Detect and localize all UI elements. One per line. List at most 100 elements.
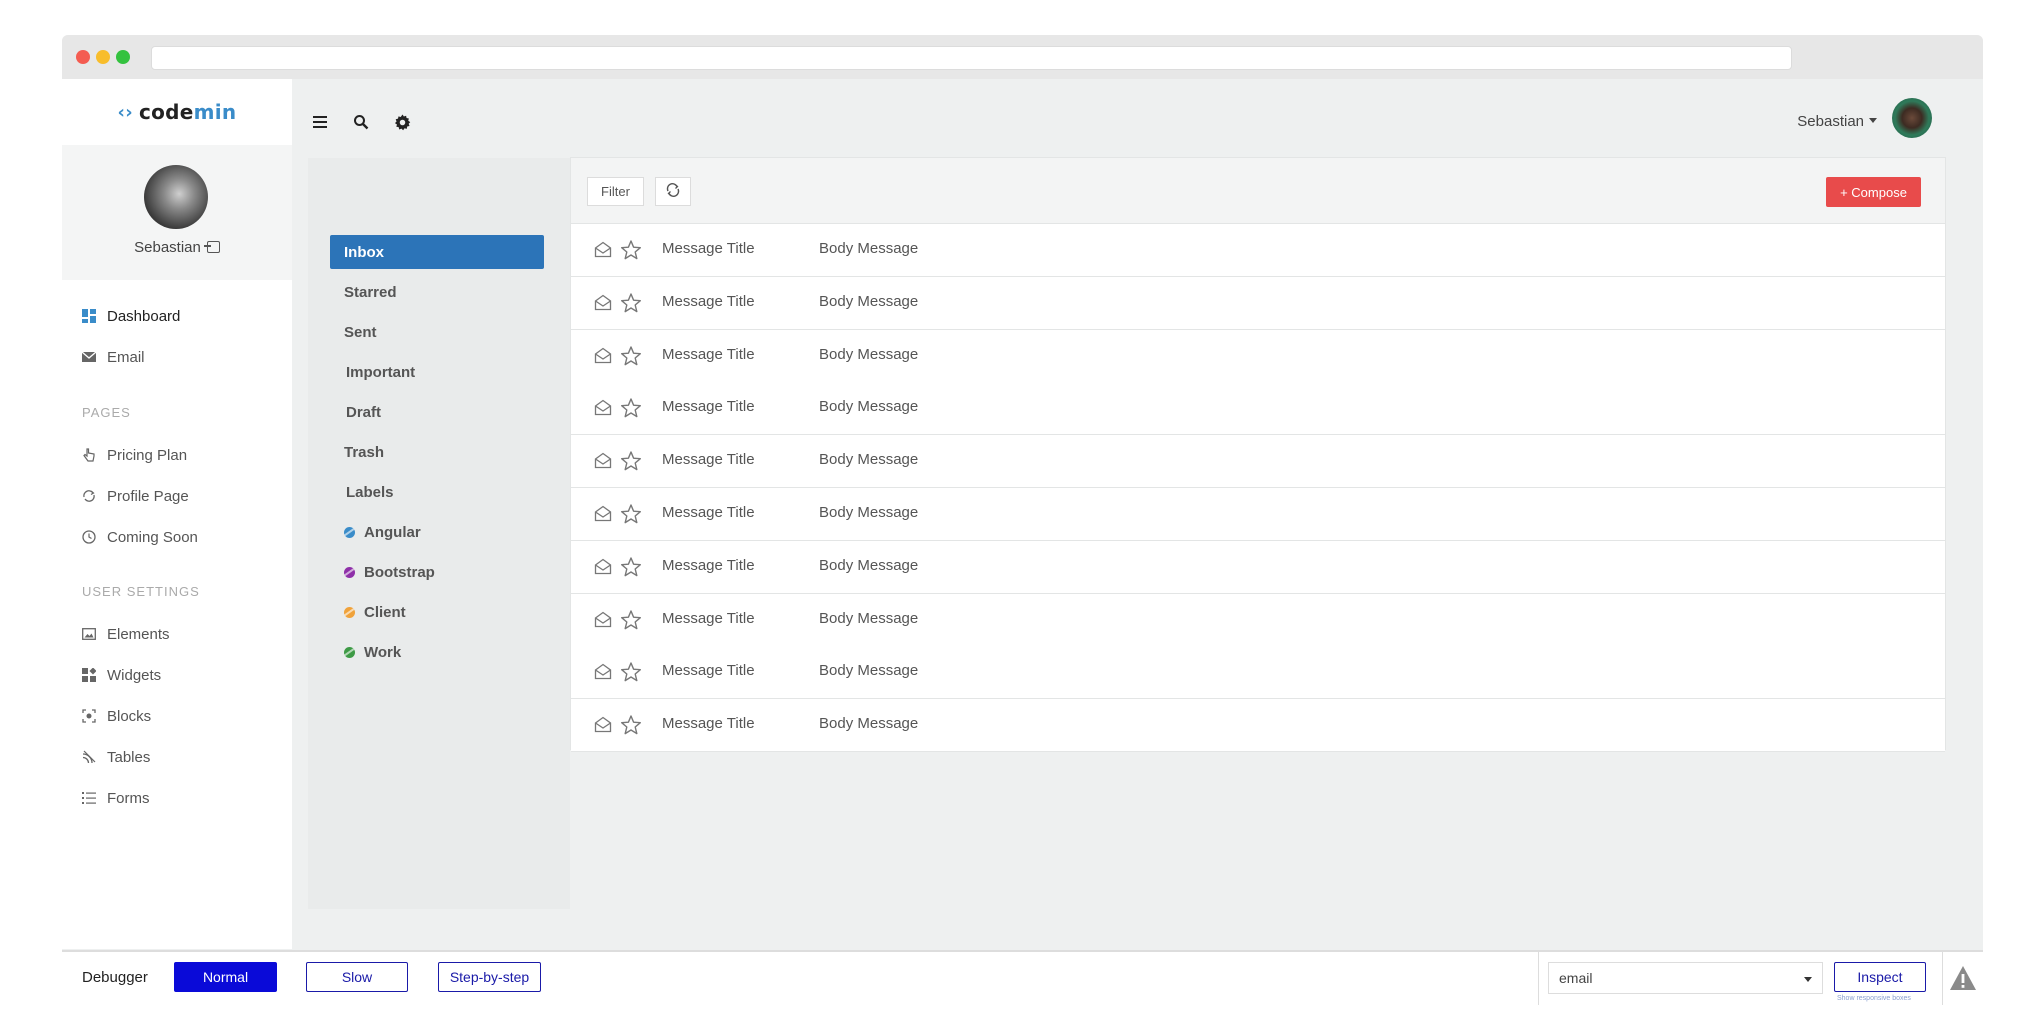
sidebar-item-label: Dashboard	[107, 307, 181, 325]
gear-icon[interactable]	[394, 114, 412, 132]
sidebar-item-profile-page[interactable]: Profile Page	[82, 485, 189, 507]
hamburger-menu-icon[interactable]	[312, 114, 330, 132]
sidebar-item-email[interactable]: Email	[81, 346, 145, 368]
select-value: email	[1559, 970, 1593, 986]
sidebar-item-label: Blocks	[107, 707, 152, 725]
folder-sent[interactable]: Sent	[330, 315, 544, 349]
envelope-open-icon[interactable]	[594, 716, 612, 733]
sidebar-item-label: Elements	[107, 625, 170, 643]
label-work[interactable]: Work	[330, 635, 544, 669]
message-body: Body Message	[819, 662, 919, 680]
responsive-boxes-hint[interactable]: Show responsive boxes	[1837, 995, 1911, 1002]
browser-chrome	[62, 35, 1983, 79]
brand-logo[interactable]: ‹› code min	[62, 79, 292, 145]
star-icon[interactable]	[620, 609, 642, 631]
envelope-open-icon[interactable]	[594, 558, 612, 575]
message-row[interactable]: Message Title Body Message	[571, 488, 1945, 541]
sidebar-item-elements[interactable]: Elements	[82, 623, 170, 645]
envelope-open-icon[interactable]	[594, 452, 612, 469]
message-title: Message Title	[662, 556, 755, 574]
label-client[interactable]: Client	[330, 595, 544, 629]
message-row[interactable]: Message Title Body Message	[571, 646, 1945, 700]
star-icon[interactable]	[620, 397, 642, 419]
message-body: Body Message	[819, 715, 919, 733]
slow-mode-button[interactable]: Slow	[306, 962, 408, 992]
compose-button[interactable]: + Compose	[1826, 177, 1921, 207]
envelope-open-icon[interactable]	[594, 399, 612, 416]
sidebar-item-widgets[interactable]: Widgets	[82, 664, 161, 686]
profile-card: Sebastian	[62, 145, 292, 280]
sidebar-item-forms[interactable]: Forms	[82, 787, 150, 809]
message-title: Message Title	[662, 240, 755, 257]
sidebar-item-tables[interactable]: Tables	[82, 746, 150, 768]
minimize-window-icon[interactable]	[96, 50, 110, 64]
sidebar-item-coming-soon[interactable]: Coming Soon	[82, 526, 198, 548]
message-row[interactable]: Message Title Body Message	[571, 382, 1945, 436]
folder-trash[interactable]: Trash	[330, 435, 544, 469]
message-row[interactable]: Message Title Body Message	[571, 224, 1945, 277]
user-menu[interactable]: Sebastian	[1797, 113, 1877, 130]
label-bootstrap[interactable]: Bootstrap	[330, 555, 544, 589]
address-bar[interactable]	[151, 46, 1792, 70]
star-icon[interactable]	[620, 450, 642, 472]
sidebar-item-blocks[interactable]: Blocks	[82, 705, 151, 727]
search-icon[interactable]	[353, 114, 371, 132]
debugger-label: Debugger	[82, 969, 148, 986]
user-avatar[interactable]	[1892, 98, 1932, 138]
envelope-open-icon[interactable]	[594, 294, 612, 311]
message-row[interactable]: Message Title Body Message	[571, 593, 1945, 647]
star-icon[interactable]	[620, 239, 642, 261]
blocks-icon	[82, 709, 96, 723]
message-row[interactable]: Message Title Body Message	[571, 540, 1945, 594]
sidebar-item-dashboard[interactable]: Dashboard	[82, 305, 180, 327]
sidebar: ‹› code min Sebastian Dashboard Email PA…	[62, 79, 292, 949]
envelope-open-icon[interactable]	[594, 611, 612, 628]
star-icon[interactable]	[620, 503, 642, 525]
envelope-open-icon[interactable]	[594, 347, 612, 364]
message-body: Body Message	[819, 504, 919, 521]
folder-important[interactable]: Important	[330, 355, 544, 389]
filter-button[interactable]: Filter	[587, 177, 644, 206]
label-dot-icon	[344, 646, 355, 658]
refresh-icon	[665, 182, 681, 201]
sidebar-item-pricing-plan[interactable]: Pricing Plan	[82, 444, 187, 466]
inspect-button[interactable]: Inspect	[1834, 962, 1926, 992]
message-title: Message Title	[662, 715, 755, 733]
envelope-open-icon[interactable]	[594, 241, 612, 258]
star-icon[interactable]	[620, 345, 642, 367]
folder-draft[interactable]: Draft	[330, 395, 544, 429]
message-row[interactable]: Message Title Body Message	[571, 435, 1945, 489]
avatar[interactable]	[144, 165, 208, 229]
close-window-icon[interactable]	[76, 50, 90, 64]
star-icon[interactable]	[620, 714, 642, 736]
folder-starred[interactable]: Starred	[330, 275, 544, 309]
component-select[interactable]: email	[1548, 962, 1823, 994]
star-icon[interactable]	[620, 661, 642, 683]
folder-inbox[interactable]: Inbox	[330, 235, 544, 269]
chevron-down-icon	[1869, 118, 1877, 123]
label-dot-icon	[344, 566, 355, 578]
message-row[interactable]: Message Title Body Message	[571, 329, 1945, 383]
step-by-step-button[interactable]: Step-by-step	[438, 962, 541, 992]
envelope-open-icon[interactable]	[594, 663, 612, 680]
logout-icon[interactable]	[203, 241, 220, 253]
message-row[interactable]: Message Title Body Message	[571, 699, 1945, 753]
folder-labels[interactable]: Labels	[330, 475, 544, 509]
message-title: Message Title	[662, 662, 755, 680]
message-body: Body Message	[819, 398, 919, 416]
maximize-window-icon[interactable]	[116, 50, 130, 64]
code-brackets-icon: ‹›	[117, 101, 133, 123]
star-icon[interactable]	[620, 292, 642, 314]
label-angular[interactable]: Angular	[330, 515, 544, 549]
section-heading-user-settings: USER SETTINGS	[82, 584, 200, 599]
normal-mode-button[interactable]: Normal	[174, 962, 277, 992]
widgets-icon	[82, 667, 97, 682]
message-body: Body Message	[819, 292, 919, 310]
envelope-open-icon[interactable]	[594, 505, 612, 522]
divider	[1942, 952, 1943, 1005]
refresh-button[interactable]	[655, 177, 691, 206]
warning-icon[interactable]	[1949, 965, 1977, 991]
star-icon[interactable]	[620, 556, 642, 578]
sidebar-item-label: Tables	[107, 748, 151, 766]
message-row[interactable]: Message Title Body Message	[571, 276, 1945, 330]
